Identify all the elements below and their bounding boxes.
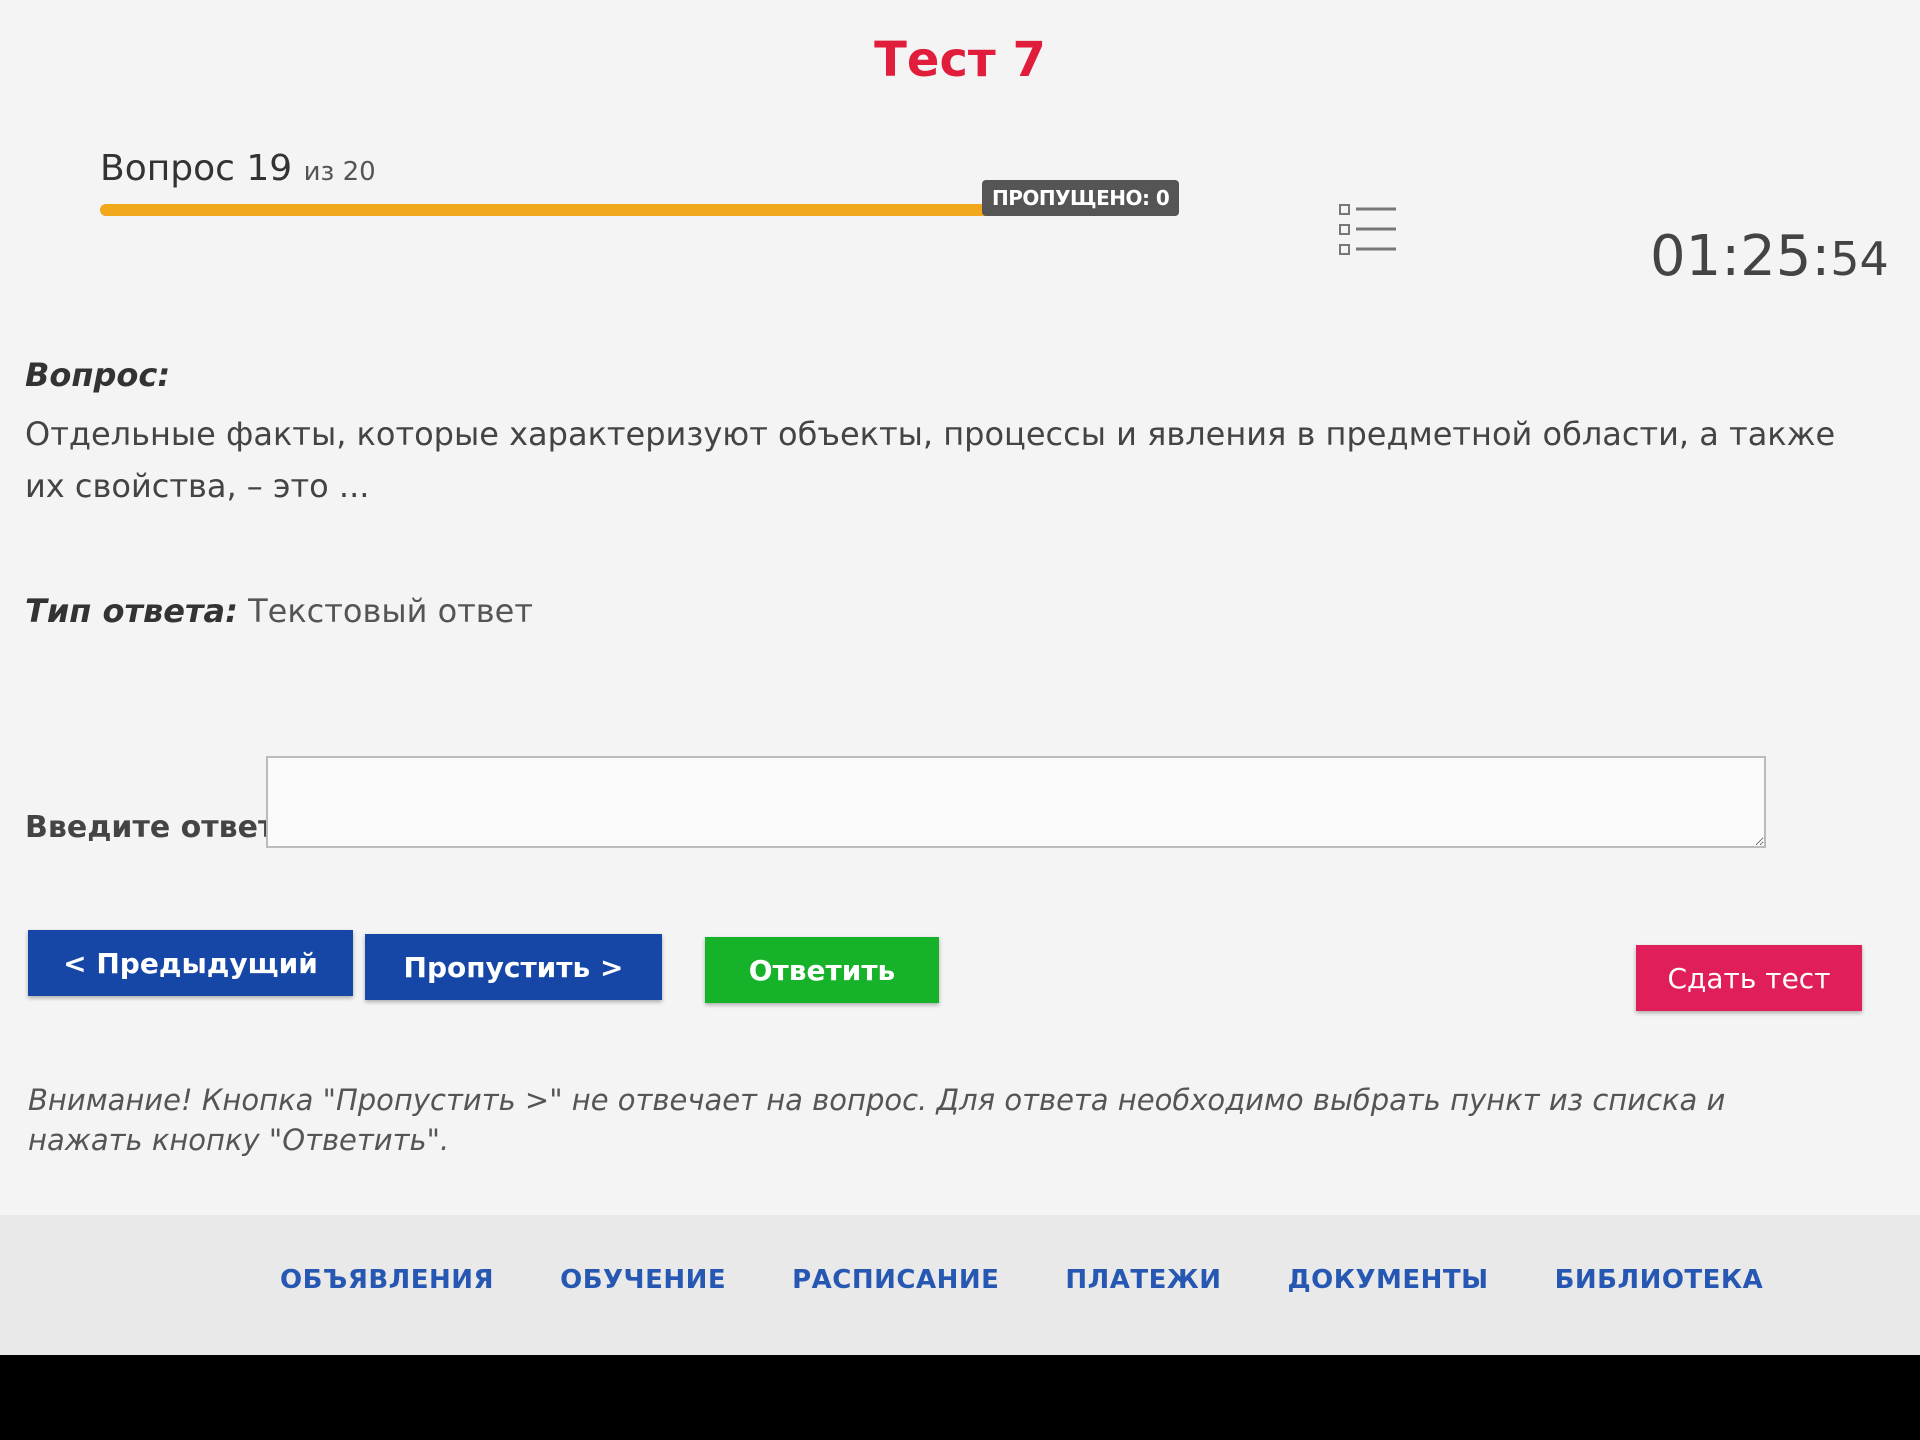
skip-button[interactable]: Пропустить > xyxy=(365,934,662,1000)
question-counter-total: из 20 xyxy=(303,157,376,187)
submit-test-button[interactable]: Сдать тест xyxy=(1636,945,1862,1011)
footer-link-payments[interactable]: ПЛАТЕЖИ xyxy=(1065,1265,1221,1295)
question-list-icon[interactable] xyxy=(1338,203,1398,259)
footer-link-education[interactable]: ОБУЧЕНИЕ xyxy=(560,1265,726,1295)
timer-seconds: 54 xyxy=(1830,232,1889,286)
answer-type-label: Тип ответа: xyxy=(25,592,238,630)
test-screen: Тест 7 Вопрос 19 из 20 ПРОПУЩЕНО: 0 01:2… xyxy=(0,0,1920,1355)
footer-link-schedule[interactable]: РАСПИСАНИЕ xyxy=(792,1265,999,1295)
countdown-timer: 01:25:54 xyxy=(1650,224,1889,289)
footer-link-library[interactable]: БИБЛИОТЕКА xyxy=(1555,1265,1764,1295)
skipped-badge: ПРОПУЩЕНО: 0 xyxy=(982,180,1180,216)
previous-button[interactable]: < Предыдущий xyxy=(28,930,353,996)
timer-hours-minutes: 01:25: xyxy=(1650,224,1831,289)
footer-link-documents[interactable]: ДОКУМЕНТЫ xyxy=(1287,1265,1488,1295)
question-text: Отдельные факты, которые характеризуют о… xyxy=(25,415,1836,505)
footer: ОБЪЯВЛЕНИЯ ОБУЧЕНИЕ РАСПИСАНИЕ ПЛАТЕЖИ Д… xyxy=(0,1215,1920,1355)
warning-text: Внимание! Кнопка "Пропустить >" не отвеч… xyxy=(28,1083,1726,1157)
answer-button[interactable]: Ответить xyxy=(705,937,939,1003)
answer-input-label: Введите ответ: xyxy=(25,810,288,845)
question-label: Вопрос: xyxy=(25,356,171,394)
answer-type: Тип ответа: Текстовый ответ xyxy=(25,592,533,630)
progress-bar-fill xyxy=(100,204,1063,216)
answer-input[interactable] xyxy=(266,756,1766,848)
answer-type-value: Текстовый ответ xyxy=(248,592,533,630)
question-counter: Вопрос 19 из 20 xyxy=(100,148,376,189)
footer-nav: ОБЪЯВЛЕНИЯ ОБУЧЕНИЕ РАСПИСАНИЕ ПЛАТЕЖИ Д… xyxy=(280,1265,1829,1295)
footer-link-announcements[interactable]: ОБЪЯВЛЕНИЯ xyxy=(280,1265,494,1295)
page-title: Тест 7 xyxy=(874,32,1046,88)
question-counter-current: Вопрос 19 xyxy=(100,148,293,189)
